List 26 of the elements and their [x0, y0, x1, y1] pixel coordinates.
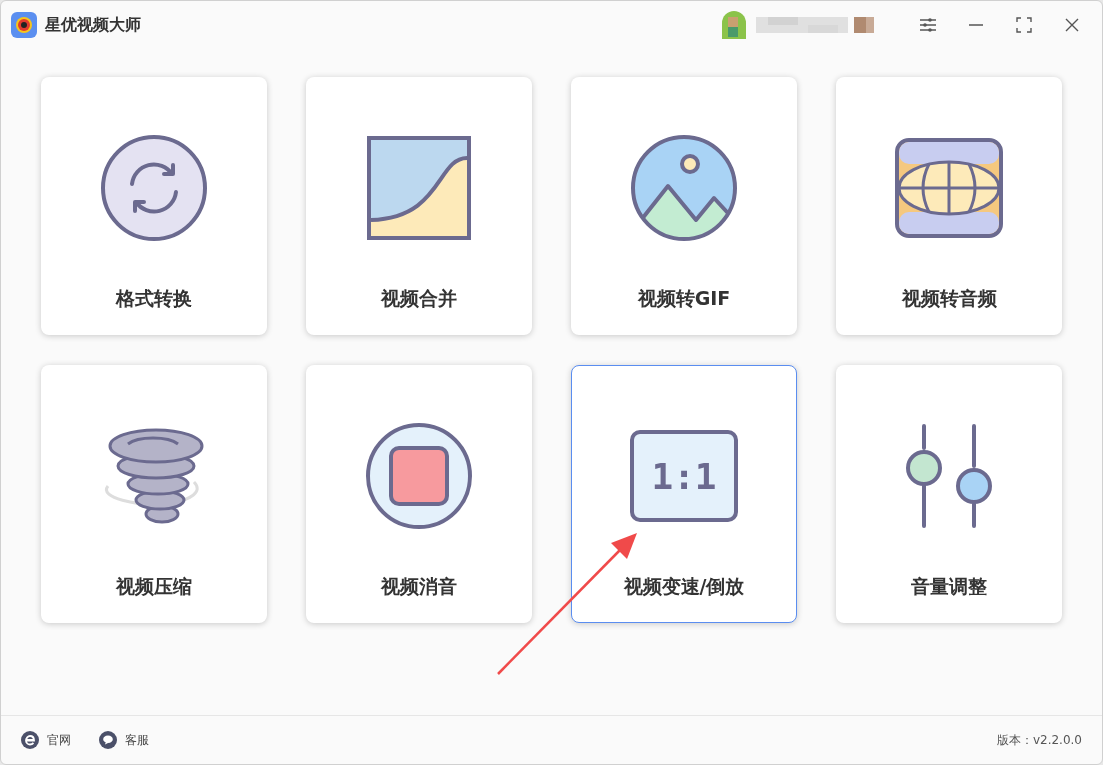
tool-card[interactable]: 视频转音频 — [836, 77, 1062, 335]
browser-icon — [21, 731, 39, 749]
tool-card[interactable]: 视频压缩 — [41, 365, 267, 623]
tool-card[interactable]: 视频消音 — [306, 365, 532, 623]
globe-panel-icon — [895, 138, 1003, 238]
minimize-icon — [968, 24, 984, 26]
sliders-icon — [904, 424, 994, 528]
settings-icon — [919, 17, 937, 33]
tool-card[interactable]: 音量调整 — [836, 365, 1062, 623]
tool-card[interactable]: 视频转GIF — [571, 77, 797, 335]
footer-link[interactable]: 客服 — [99, 731, 149, 749]
tool-card[interactable]: 视频合并 — [306, 77, 532, 335]
chat-icon — [99, 731, 117, 749]
maximize-icon — [1016, 17, 1032, 33]
app-logo-icon — [11, 12, 37, 38]
tool-card[interactable]: 格式转换 — [41, 77, 267, 335]
close-icon — [1064, 17, 1080, 33]
window-title: 星优视频大师 — [45, 14, 141, 36]
avatar-icon — [720, 9, 748, 41]
image-icon — [630, 134, 738, 242]
tool-card[interactable]: 1:1 视频变速/倒放 — [571, 365, 797, 623]
stop-icon — [365, 422, 473, 530]
ratio-icon: 1:1 — [630, 430, 738, 522]
refresh-icon — [100, 134, 208, 242]
version-label: 版本：v2.2.0.0 — [996, 731, 1082, 749]
footer-link[interactable]: 官网 — [21, 731, 71, 749]
